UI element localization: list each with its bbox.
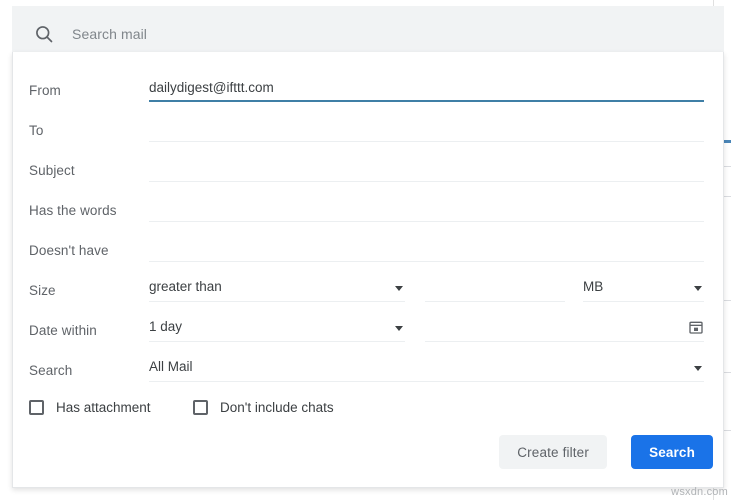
checkbox-dont-include-chats-label: Don't include chats	[220, 400, 334, 415]
size-operator-dropdown[interactable]: greater than	[149, 276, 405, 302]
create-filter-button[interactable]: Create filter	[499, 435, 607, 469]
to-input[interactable]	[149, 116, 704, 142]
row-size: Size greater than MB	[13, 274, 723, 314]
advanced-search-dialog: From To Subject Has the words Doesn't ha…	[12, 52, 724, 488]
row-checkboxes: Has attachment Don't include chats	[13, 396, 723, 436]
row-to: To	[13, 114, 723, 154]
label-search: Search	[29, 363, 72, 378]
date-within-dropdown[interactable]: 1 day	[149, 316, 405, 342]
checkbox-has-attachment[interactable]: Has attachment	[29, 400, 151, 415]
search-bar[interactable]: Search mail	[12, 6, 724, 52]
search-icon[interactable]	[34, 24, 54, 44]
chevron-down-icon	[694, 286, 702, 291]
label-size: Size	[29, 283, 56, 298]
doesnt-have-input[interactable]	[149, 236, 704, 262]
calendar-icon[interactable]	[688, 319, 704, 335]
search-scope-value: All Mail	[149, 359, 193, 374]
subject-input[interactable]	[149, 156, 704, 182]
row-date-within: Date within 1 day	[13, 314, 723, 354]
row-subject: Subject	[13, 154, 723, 194]
label-to: To	[29, 123, 43, 138]
row-has-the-words: Has the words	[13, 194, 723, 234]
label-doesnt-have: Doesn't have	[29, 243, 109, 258]
checkbox-box[interactable]	[29, 400, 44, 415]
has-the-words-input[interactable]	[149, 196, 704, 222]
from-input[interactable]	[149, 76, 704, 102]
search-scope-dropdown[interactable]: All Mail	[149, 356, 704, 382]
date-within-value: 1 day	[149, 319, 182, 334]
size-operator-value: greater than	[149, 279, 222, 294]
label-subject: Subject	[29, 163, 75, 178]
checkbox-box[interactable]	[193, 400, 208, 415]
chevron-down-icon	[395, 286, 403, 291]
chevron-down-icon	[694, 366, 702, 371]
label-has-the-words: Has the words	[29, 203, 117, 218]
watermark: wsxdn.com	[671, 486, 728, 498]
size-unit-value: MB	[583, 279, 603, 294]
date-picker-field[interactable]	[425, 316, 704, 342]
row-search-scope: Search All Mail	[13, 354, 723, 394]
search-mail-placeholder[interactable]: Search mail	[72, 26, 147, 42]
search-button[interactable]: Search	[631, 435, 713, 469]
dialog-actions: Create filter Search	[13, 435, 723, 469]
label-from: From	[29, 83, 61, 98]
row-from: From	[13, 74, 723, 114]
checkbox-dont-include-chats[interactable]: Don't include chats	[193, 400, 334, 415]
row-doesnt-have: Doesn't have	[13, 234, 723, 274]
checkbox-has-attachment-label: Has attachment	[56, 400, 151, 415]
size-unit-dropdown[interactable]: MB	[583, 276, 704, 302]
size-amount-input[interactable]	[425, 276, 565, 302]
label-date-within: Date within	[29, 323, 97, 338]
chevron-down-icon	[395, 326, 403, 331]
